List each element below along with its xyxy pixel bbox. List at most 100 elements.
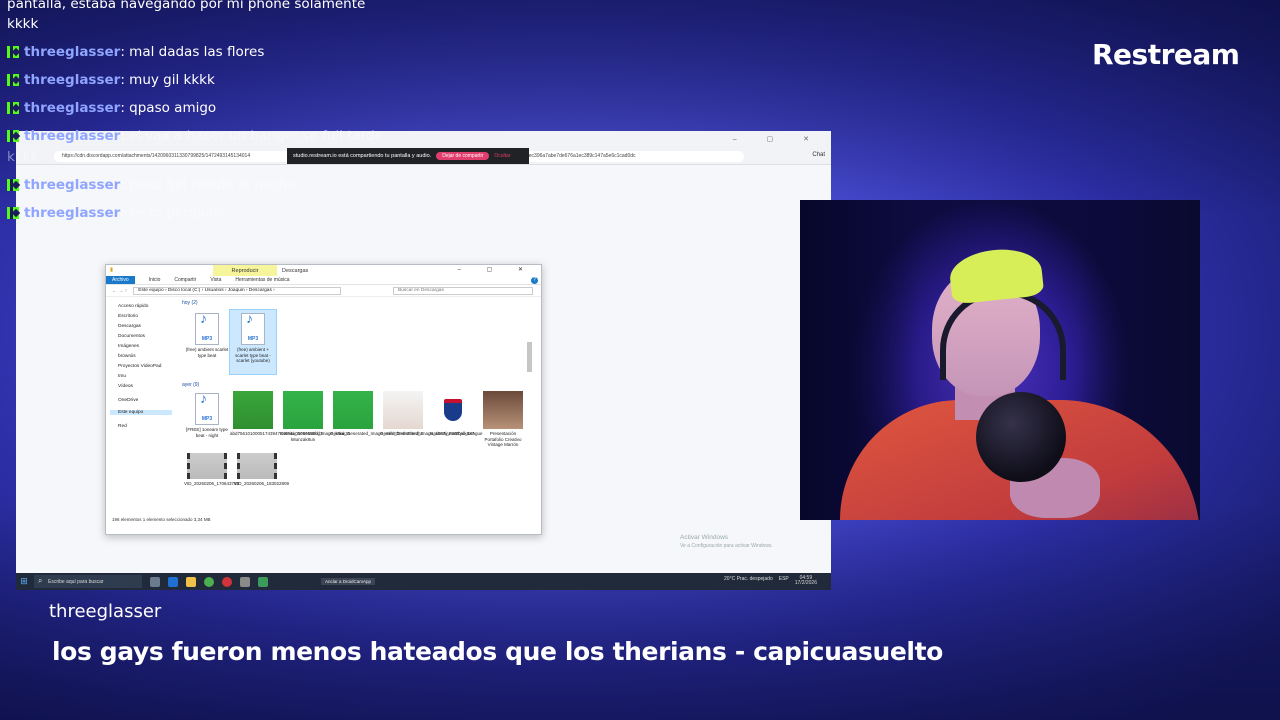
chat-username: threeglasser <box>24 100 121 116</box>
nav-item[interactable]: Vídeos <box>118 384 133 389</box>
weather[interactable]: 20°C Prac. despejado <box>724 576 773 586</box>
windows-start-icon[interactable]: ⊞ <box>16 574 32 590</box>
file-item[interactable]: VID_20260206_183022809 <box>234 450 289 487</box>
chat-message: threeglasser: paso full rapido la noche <box>7 177 295 193</box>
nav-item[interactable]: Imágenes <box>118 344 139 349</box>
image-thumbnail <box>483 391 523 429</box>
explorer-search[interactable]: Buscar en Descargas <box>393 286 533 295</box>
ribbon-tab-inicio[interactable]: Inicio <box>149 277 161 283</box>
microphone <box>976 392 1066 482</box>
url-text: https://cdn.discordapp.com/attachments/1… <box>62 153 251 159</box>
video-thumbnail <box>187 453 227 479</box>
chat-username: threeglasser <box>24 72 121 88</box>
scrollbar[interactable] <box>527 342 532 372</box>
app-icon[interactable] <box>240 576 250 587</box>
chat-message: threeglasser: mal dadas las flores <box>7 44 264 60</box>
task-view-icon[interactable] <box>150 576 160 587</box>
explorer-window-controls[interactable]: – ▢ ✕ <box>458 266 535 273</box>
chat-text: muy gil kkkk <box>129 72 215 88</box>
file-list: hoy (2) ♪ MP3 (free) ambient scarlet type… <box>178 298 533 524</box>
image-thumbnail <box>283 391 323 429</box>
opera-icon[interactable] <box>222 576 232 587</box>
group-header-yesterday[interactable]: ayer (9) <box>182 382 199 388</box>
featured-message-username: threeglasser <box>49 601 162 622</box>
clock[interactable]: 04:59 17/2/2026 <box>795 576 817 586</box>
file-item[interactable]: abd7561010005174394784684a0a096590bd3 <box>230 390 323 437</box>
nav-item[interactable]: Descargas <box>118 324 141 329</box>
image-thumbnail <box>383 391 423 429</box>
nav-item-selected[interactable]: Este equipo <box>110 410 172 415</box>
video-thumbnail <box>237 453 277 479</box>
file-item[interactable]: Gemini_Generated_Image_k8unza k8unzak8un <box>280 390 350 442</box>
kick-icon <box>7 130 19 142</box>
chat-message-partial: pantalla, estaba navegando por mi phone … <box>7 0 366 12</box>
file-explorer-icon[interactable] <box>186 576 196 587</box>
nav-item[interactable]: Escritorio <box>118 314 138 319</box>
system-tray: 20°C Prac. despejado ESP 04:59 17/2/2026 <box>724 576 817 586</box>
screen-share: – ▢ ✕ https://cdn.discordapp.com/attachm… <box>16 131 831 590</box>
chat-message: threeglasser: se m perdium <box>7 205 222 221</box>
nav-arrows-icon[interactable]: ← → ↑ <box>112 288 127 294</box>
chat-username: threeglasser <box>24 44 121 60</box>
nav-item[interactable]: browniis <box>118 354 136 359</box>
explorer-path[interactable]: Este equipo › Disco local (C:) › Usuario… <box>133 286 342 295</box>
nav-item[interactable]: Documentos <box>118 334 145 339</box>
mp3-icon: ♪ MP3 <box>241 312 265 345</box>
chat-button[interactable]: Chat <box>812 152 825 158</box>
chat-message-cont: kkkk <box>7 16 39 32</box>
mp3-icon: ♪ MP3 <box>195 392 219 425</box>
chat-text: paso full rapido la noche <box>129 177 296 193</box>
mp3-icon: ♪ MP3 <box>195 312 219 345</box>
droidcam-icon[interactable] <box>258 576 268 587</box>
chat-message: threeglasser: qpaso amigo <box>7 100 216 116</box>
chat-message-cont: kkkk <box>7 149 39 165</box>
file-item-selected[interactable]: ♪ MP3 (free) ambient + scarlet type beat … <box>229 309 277 375</box>
kick-icon <box>7 74 19 86</box>
chat-message: threeglasser: el vax a hacer un banger s… <box>7 128 383 144</box>
file-item[interactable]: Gemini_Generated_Image_mth2thmth2thmth2 <box>330 390 423 437</box>
tab-reproducir[interactable]: Reproducir <box>213 265 277 276</box>
chat-text: mal dadas las flores <box>129 44 265 60</box>
chat-username: threeglasser <box>24 128 121 144</box>
file-item[interactable]: Presentación Portafolio Creativo Vintage… <box>480 390 526 448</box>
help-icon[interactable]: ? <box>531 276 538 284</box>
stop-sharing-button[interactable]: Dejar de compartir <box>436 152 490 160</box>
file-item[interactable]: National_Football_League <box>430 390 483 437</box>
file-item[interactable]: Gemini_Generated_Image_x887yux887yux887 <box>380 390 474 437</box>
file-item[interactable]: ♪ MP3 [FREE] 1oneam type beat - night <box>184 390 230 438</box>
ribbon-tab-archivo[interactable]: Archivo <box>106 276 135 284</box>
file-item[interactable]: VID_20260206_170643783 <box>184 450 239 487</box>
ribbon-tab-compartir[interactable]: Compartir <box>174 277 196 283</box>
taskbar-search[interactable]: Escribe aquí para buscar <box>34 575 142 588</box>
activate-windows-watermark: Activar Windows Ve a Configuración para … <box>680 534 773 549</box>
ribbon-tab-herramientas[interactable]: Herramientas de música <box>235 277 289 283</box>
kick-icon <box>7 179 19 191</box>
edge-icon[interactable] <box>168 576 178 587</box>
address-row: ← → ↑ Este equipo › Disco local (C:) › U… <box>106 285 541 297</box>
explorer-title: Descargas <box>282 268 309 274</box>
language[interactable]: ESP <box>779 576 789 586</box>
file-item[interactable]: ♪ MP3 (free) ambient scarlet type beat <box>184 310 230 358</box>
kick-icon <box>7 46 19 58</box>
window-controls[interactable]: – ▢ ✕ <box>733 135 823 143</box>
nfl-logo-thumbnail <box>433 391 473 429</box>
kick-icon <box>7 102 19 114</box>
hide-button[interactable]: Ocultar <box>494 153 510 159</box>
chat-username: threeglasser <box>24 177 121 193</box>
nav-item[interactable]: tmu <box>118 374 126 379</box>
chat-username: threeglasser <box>24 205 121 221</box>
nav-item[interactable]: Red <box>118 424 127 429</box>
restream-logo: Restream <box>1092 38 1240 71</box>
chrome-icon[interactable] <box>204 576 214 587</box>
ribbon-tab-vista[interactable]: Vista <box>210 277 221 283</box>
taskbar-tooltip: Anclar a DroidCamApp <box>321 578 376 585</box>
nav-item[interactable]: Proyectos VideoPad <box>118 364 161 369</box>
image-thumbnail <box>333 391 373 429</box>
chat-text: se m perdium <box>129 205 223 221</box>
nav-item[interactable]: Acceso rápido <box>118 304 148 309</box>
status-bar: 196 elementos 1 elemento seleccionado 3,… <box>112 517 211 522</box>
share-notice-text: studio.restream.io está compartiendo tu … <box>293 153 432 159</box>
nav-item[interactable]: OneDrive <box>118 398 138 403</box>
group-header-today[interactable]: hoy (2) <box>182 300 198 306</box>
chat-text: el vax a hacer un banger se full tarde <box>129 128 384 144</box>
